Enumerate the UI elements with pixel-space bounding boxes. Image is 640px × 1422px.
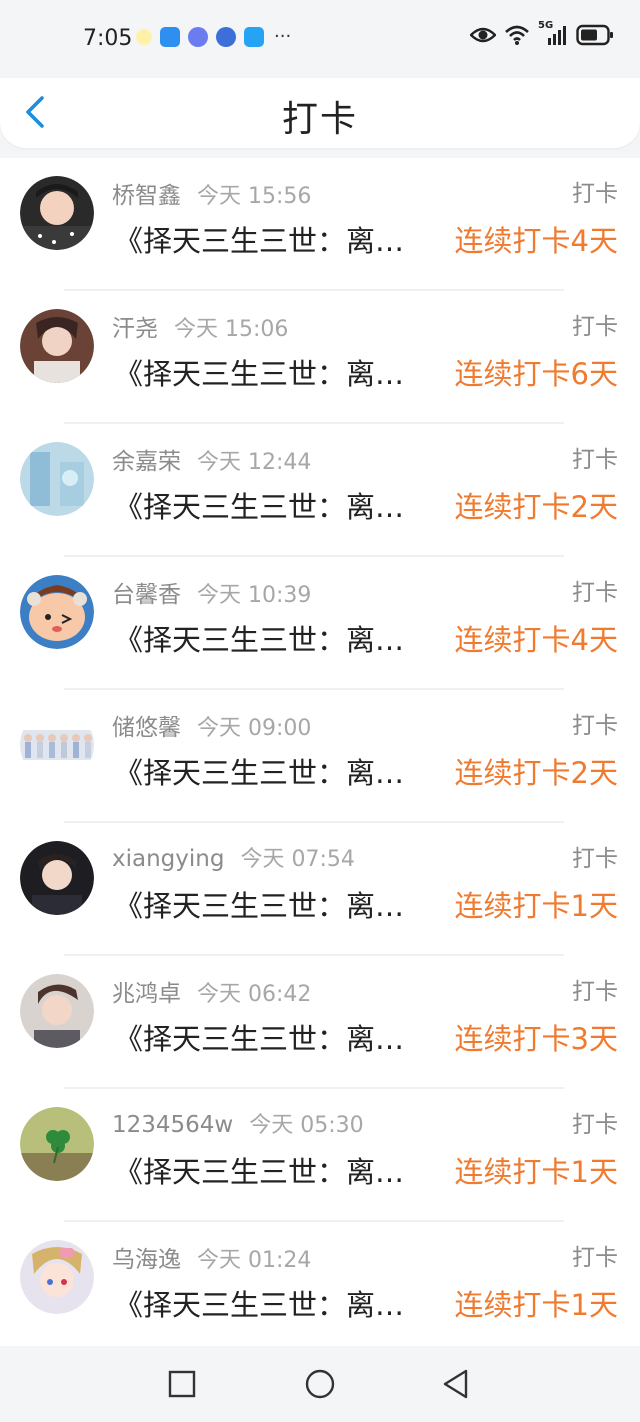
book-title: 《择天三生三世：离人泪》 xyxy=(114,357,430,391)
checkin-time: 今天 15:06 xyxy=(174,317,289,342)
book-title: 《择天三生三世：离人泪》 xyxy=(114,1155,430,1189)
checkin-type: 打卡 xyxy=(572,979,618,1005)
list-item[interactable]: 储悠馨 今天 09:00 打卡 《择天三生三世：离人泪》 连续打卡2天 xyxy=(0,690,640,823)
search-app-icon xyxy=(244,27,264,47)
checkin-time: 今天 09:00 xyxy=(197,716,312,741)
book-title: 《择天三生三世：离人泪》 xyxy=(114,490,430,524)
status-icons: 5G xyxy=(470,20,614,46)
avatar-girl-icon[interactable] xyxy=(20,309,94,383)
user-name: 储悠馨 今天 09:00 xyxy=(112,715,312,741)
user-name: 台馨香 今天 10:39 xyxy=(112,582,312,608)
weather-app-icon xyxy=(160,27,180,47)
checkin-list: 桥智鑫 今天 15:56 打卡 《择天三生三世：离人泪》 连续打卡4天 汗尧 今天 … xyxy=(0,158,640,1355)
list-item[interactable]: 乌海逸 今天 01:24 打卡 《择天三生三世：离人泪》 连续打卡1天 xyxy=(0,1222,640,1355)
list-item[interactable]: 桥智鑫 今天 15:56 打卡 《择天三生三世：离人泪》 连续打卡4天 xyxy=(0,158,640,291)
streak-label: 连续打卡4天 xyxy=(454,224,618,258)
music-app-icon xyxy=(188,27,208,47)
list-item[interactable]: 兆鸿卓 今天 06:42 打卡 《择天三生三世：离人泪》 连续打卡3天 xyxy=(0,956,640,1089)
checkin-type: 打卡 xyxy=(572,846,618,872)
user-name: 桥智鑫 今天 15:56 xyxy=(112,183,312,209)
status-bar: 7:05 ··· 5G xyxy=(0,0,640,78)
checkin-type: 打卡 xyxy=(572,1112,618,1138)
title-bar: 打卡 xyxy=(0,78,640,148)
avatar-icy-icon[interactable] xyxy=(20,442,94,516)
back-triangle-icon[interactable] xyxy=(440,1368,472,1400)
user-name: 汗尧 今天 15:06 xyxy=(112,316,289,342)
checkin-time: 今天 12:44 xyxy=(197,450,312,475)
book-title: 《择天三生三世：离人泪》 xyxy=(114,224,430,258)
checkin-type: 打卡 xyxy=(572,181,618,207)
user-name: 余嘉荣 今天 12:44 xyxy=(112,449,312,475)
checkin-time: 今天 15:56 xyxy=(197,184,312,209)
checkin-time: 今天 10:39 xyxy=(197,583,312,608)
avatar-child-icon[interactable] xyxy=(20,176,94,250)
streak-label: 连续打卡2天 xyxy=(454,490,618,524)
user-name: 兆鸿卓 今天 06:42 xyxy=(112,981,312,1007)
streak-label: 连续打卡1天 xyxy=(454,1288,618,1322)
checkin-type: 打卡 xyxy=(572,713,618,739)
avatar-clover-icon[interactable] xyxy=(20,1107,94,1181)
user-name: xiangying 今天 07:54 xyxy=(112,846,355,872)
page-title: 打卡 xyxy=(281,99,358,140)
streak-label: 连续打卡6天 xyxy=(454,357,618,391)
checkin-time: 今天 05:30 xyxy=(249,1113,364,1138)
wifi-icon xyxy=(505,25,529,45)
checkin-type: 打卡 xyxy=(572,314,618,340)
streak-label: 连续打卡2天 xyxy=(454,756,618,790)
list-item[interactable]: 汗尧 今天 15:06 打卡 《择天三生三世：离人泪》 连续打卡6天 xyxy=(0,291,640,424)
streak-label: 连续打卡1天 xyxy=(454,1155,618,1189)
system-navigation-bar xyxy=(0,1346,640,1422)
book-title: 《择天三生三世：离人泪》 xyxy=(114,1022,430,1056)
cellular-signal-icon: 5G xyxy=(538,20,568,46)
checkin-type: 打卡 xyxy=(572,447,618,473)
recent-apps-square-icon[interactable] xyxy=(166,1368,198,1400)
avatar-cartoon-icon[interactable] xyxy=(20,575,94,649)
more-notifications-icon: ··· xyxy=(274,26,292,47)
list-item[interactable]: xiangying 今天 07:54 打卡 《择天三生三世：离人泪》 连续打卡1天 xyxy=(0,823,640,956)
eye-icon xyxy=(470,27,496,43)
book-title: 《择天三生三世：离人泪》 xyxy=(114,756,430,790)
streak-label: 连续打卡3天 xyxy=(454,1022,618,1056)
book-title: 《择天三生三世：离人泪》 xyxy=(114,623,430,657)
avatar-boy-icon[interactable] xyxy=(20,974,94,1048)
checkin-type: 打卡 xyxy=(572,580,618,606)
list-item[interactable]: 余嘉荣 今天 12:44 打卡 《择天三生三世：离人泪》 连续打卡2天 xyxy=(0,424,640,557)
list-item[interactable]: 1234564w 今天 05:30 打卡 《择天三生三世：离人泪》 连续打卡1天 xyxy=(0,1089,640,1222)
checkin-time: 今天 01:24 xyxy=(197,1248,312,1273)
avatar-anime-icon[interactable] xyxy=(20,1240,94,1314)
checkin-time: 今天 06:42 xyxy=(197,982,312,1007)
streak-label: 连续打卡4天 xyxy=(454,623,618,657)
home-circle-icon[interactable] xyxy=(304,1368,336,1400)
book-title: 《择天三生三世：离人泪》 xyxy=(114,1288,430,1322)
status-time: 7:05 xyxy=(83,26,133,51)
avatar-man-icon[interactable] xyxy=(20,841,94,915)
checkin-type: 打卡 xyxy=(572,1245,618,1271)
user-name: 1234564w 今天 05:30 xyxy=(112,1112,364,1138)
battery-icon xyxy=(576,24,613,46)
duck-app-icon xyxy=(136,29,152,45)
notification-icons: ··· xyxy=(136,27,291,47)
streak-label: 连续打卡1天 xyxy=(454,889,618,923)
list-item[interactable]: 台馨香 今天 10:39 打卡 《择天三生三世：离人泪》 连续打卡4天 xyxy=(0,557,640,690)
avatar-group-icon[interactable] xyxy=(20,708,94,782)
checkin-time: 今天 07:54 xyxy=(240,847,355,872)
book-title: 《择天三生三世：离人泪》 xyxy=(114,889,430,923)
browser-app-icon xyxy=(216,27,236,47)
user-name: 乌海逸 今天 01:24 xyxy=(112,1247,312,1273)
